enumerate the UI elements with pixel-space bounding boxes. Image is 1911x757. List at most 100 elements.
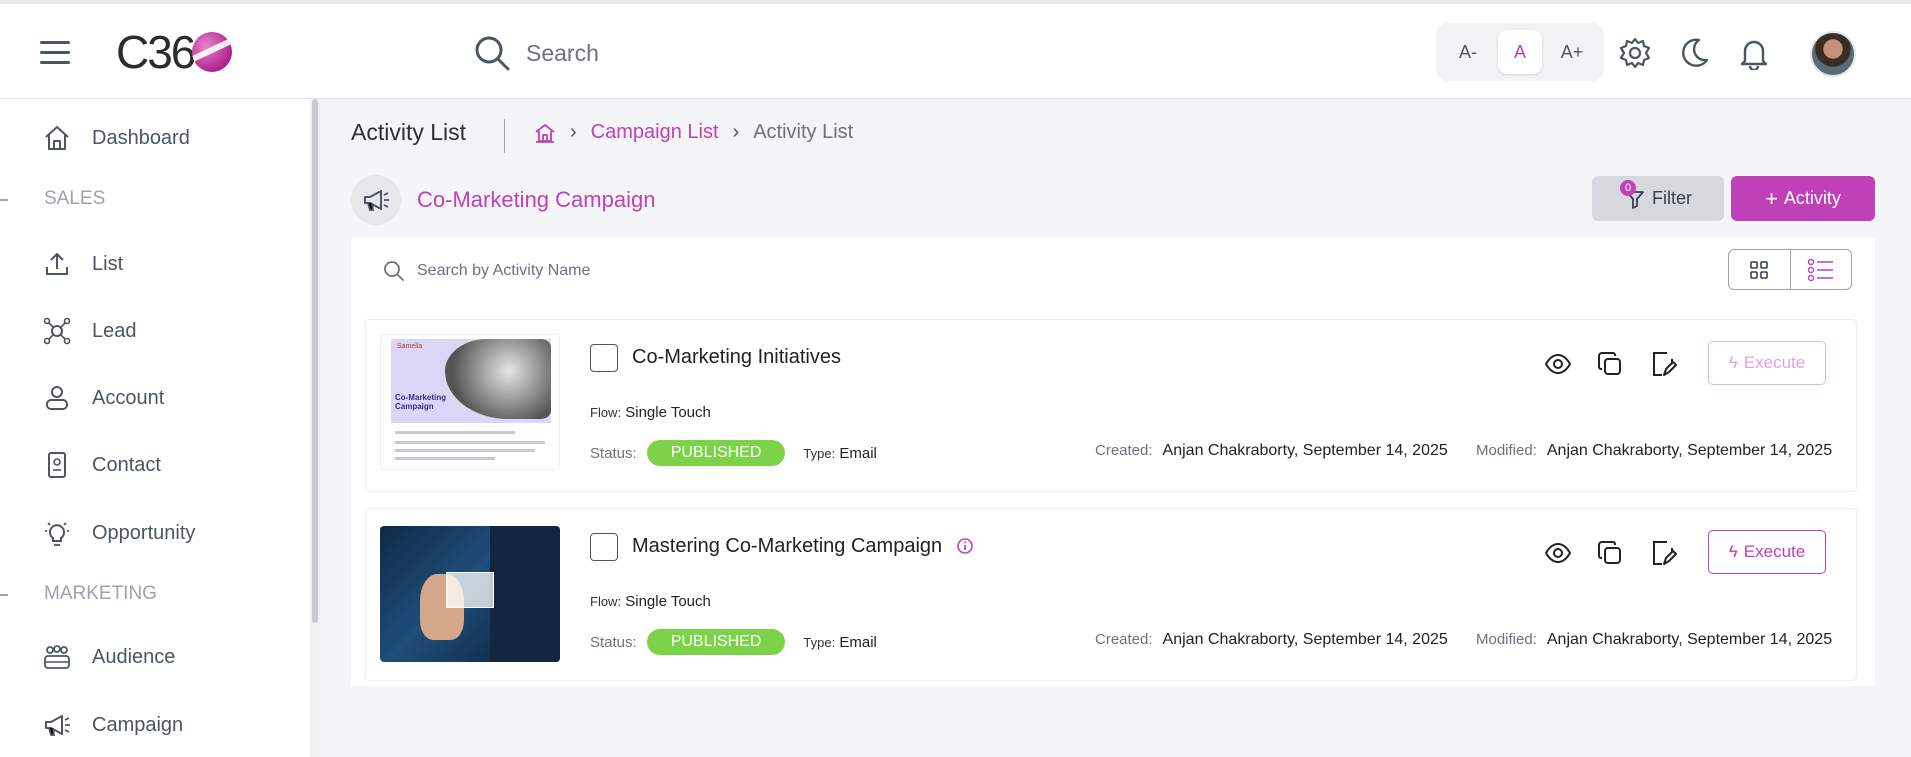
list-view-button[interactable]	[1789, 250, 1852, 289]
font-default-button[interactable]: A	[1498, 30, 1542, 74]
type-label: Type:	[803, 634, 836, 650]
font-increase-button[interactable]: A+	[1550, 30, 1594, 74]
hamburger-menu-icon[interactable]	[40, 41, 70, 65]
list-icon	[1807, 258, 1833, 281]
sidebar-item-campaign[interactable]: Campaign	[42, 705, 183, 745]
type-value: Email	[839, 444, 877, 462]
activity-flow: Flow: Single Touch	[590, 593, 711, 610]
eye-icon[interactable]	[1544, 539, 1572, 567]
add-activity-button[interactable]: + Activity	[1731, 176, 1875, 221]
breadcrumb-current: Activity List	[753, 121, 854, 143]
view-toggle	[1728, 249, 1852, 290]
execute-button[interactable]: ϟ Execute	[1708, 341, 1826, 385]
section-sales: SALES	[44, 188, 106, 209]
chevron-right-icon: ›	[570, 121, 577, 143]
sidebar-item-label: Campaign	[92, 713, 184, 736]
activity-title: Co-Marketing Initiatives	[632, 346, 841, 368]
global-search[interactable]: Search	[472, 30, 599, 76]
modified-value: Anjan Chakraborty, September 14, 2025	[1546, 442, 1833, 459]
sidebar-item-label: List	[92, 252, 124, 275]
activity-status-row: Status: PUBLISHED Type: Email	[590, 440, 877, 466]
thumb-title: Co-Marketing Campaign	[395, 393, 447, 411]
sidebar-item-label: Opportunity	[92, 521, 196, 544]
modified-label: Modified:	[1476, 631, 1537, 648]
page-title: Activity List	[351, 119, 467, 145]
created-label: Created:	[1095, 631, 1153, 648]
activity-title: Mastering Co-Marketing Campaign	[632, 535, 943, 557]
created-info: Created: Anjan Chakraborty, September 14,…	[1095, 631, 1448, 649]
activity-card: Mastering Co-Marketing Campaign Flow: Si…	[365, 508, 1857, 681]
logo-globe-icon	[192, 32, 233, 72]
section-marker	[0, 199, 8, 201]
select-checkbox[interactable]	[590, 344, 618, 372]
main-content: Activity List › Campaign List › Activity…	[320, 99, 1911, 757]
font-decrease-button[interactable]: A-	[1446, 30, 1490, 74]
activity-search[interactable]: Search by Activity Name	[383, 260, 590, 282]
section-marketing: MARKETING	[44, 583, 157, 604]
filter-button[interactable]: 0 Filter	[1592, 176, 1724, 221]
flow-value: Single Touch	[625, 593, 711, 610]
edit-icon[interactable]	[1649, 539, 1677, 567]
sidebar-item-label: Audience	[92, 645, 176, 668]
sidebar-item-opportunity[interactable]: Opportunity	[42, 513, 195, 553]
font-size-switcher: A- A A+	[1436, 23, 1604, 81]
select-checkbox[interactable]	[590, 533, 618, 561]
filter-label: Filter	[1652, 188, 1692, 208]
activity-panel: Search by Activity Name Samella Co-Marke…	[351, 238, 1875, 686]
activity-status-row: Status: PUBLISHED Type: Email	[590, 629, 877, 655]
status-label: Status:	[590, 633, 637, 651]
sidebar-item-account[interactable]: Account	[42, 378, 164, 418]
activity-type: Type: Email	[803, 445, 876, 462]
section-marker	[0, 594, 8, 596]
megaphone-icon	[351, 175, 401, 225]
moon-icon[interactable]	[1677, 36, 1711, 70]
activity-card: Samella Co-Marketing Campaign Co-Marketi…	[365, 319, 1857, 492]
thumb-logo: Samella	[397, 343, 423, 350]
user-avatar[interactable]	[1810, 31, 1856, 77]
activity-thumbnail[interactable]	[380, 526, 560, 662]
search-input[interactable]: Search	[526, 40, 599, 67]
edit-icon[interactable]	[1649, 350, 1677, 378]
sidebar-item-audience[interactable]: Audience	[42, 637, 175, 677]
created-info: Created: Anjan Chakraborty, September 14,…	[1095, 442, 1448, 460]
copy-icon[interactable]	[1596, 539, 1624, 567]
info-icon[interactable]	[956, 537, 974, 555]
eye-icon[interactable]	[1544, 350, 1572, 378]
app-logo[interactable]: C36	[116, 24, 233, 80]
status-label: Status:	[590, 444, 637, 462]
execute-button[interactable]: ϟ Execute	[1708, 530, 1826, 574]
sidebar-item-label: Lead	[92, 319, 137, 342]
search-icon	[384, 261, 404, 281]
account-icon	[46, 386, 68, 410]
home-icon[interactable]	[534, 122, 556, 144]
flow-value: Single Touch	[625, 404, 711, 421]
type-label: Type:	[803, 445, 836, 461]
sidebar-item-lead[interactable]: Lead	[42, 311, 137, 351]
lightning-icon: ϟ	[1728, 542, 1738, 561]
grid-view-button[interactable]	[1729, 250, 1790, 289]
flow-label: Flow:	[590, 405, 622, 420]
grid-icon	[1750, 260, 1769, 279]
settings-icon[interactable]	[1618, 36, 1652, 70]
thumb-text-line	[395, 441, 545, 444]
sidebar-item-dashboard[interactable]: Dashboard	[42, 118, 190, 158]
modified-info: Modified: Anjan Chakraborty, September 14…	[1476, 631, 1832, 649]
bell-icon[interactable]	[1737, 36, 1771, 70]
breadcrumb-campaign-list[interactable]: Campaign List	[591, 121, 719, 144]
status-badge: PUBLISHED	[646, 440, 786, 466]
sidebar-item-list[interactable]: List	[42, 244, 123, 284]
add-activity-label: Activity	[1783, 188, 1841, 208]
copy-icon[interactable]	[1596, 350, 1624, 378]
search-icon	[475, 36, 510, 71]
created-value: Anjan Chakraborty, September 14, 2025	[1162, 631, 1448, 648]
home-icon	[45, 126, 69, 150]
activity-thumbnail[interactable]: Samella Co-Marketing Campaign	[380, 334, 560, 470]
campaign-title: Co-Marketing Campaign	[417, 187, 656, 212]
activity-search-input[interactable]: Search by Activity Name	[417, 262, 590, 280]
sidebar-scrollbar[interactable]	[312, 99, 318, 623]
network-icon	[43, 317, 71, 345]
thumb-text-line	[395, 449, 535, 452]
activity-flow: Flow: Single Touch	[590, 404, 711, 421]
megaphone-icon	[45, 715, 70, 736]
sidebar-item-contact[interactable]: Contact	[42, 445, 161, 485]
